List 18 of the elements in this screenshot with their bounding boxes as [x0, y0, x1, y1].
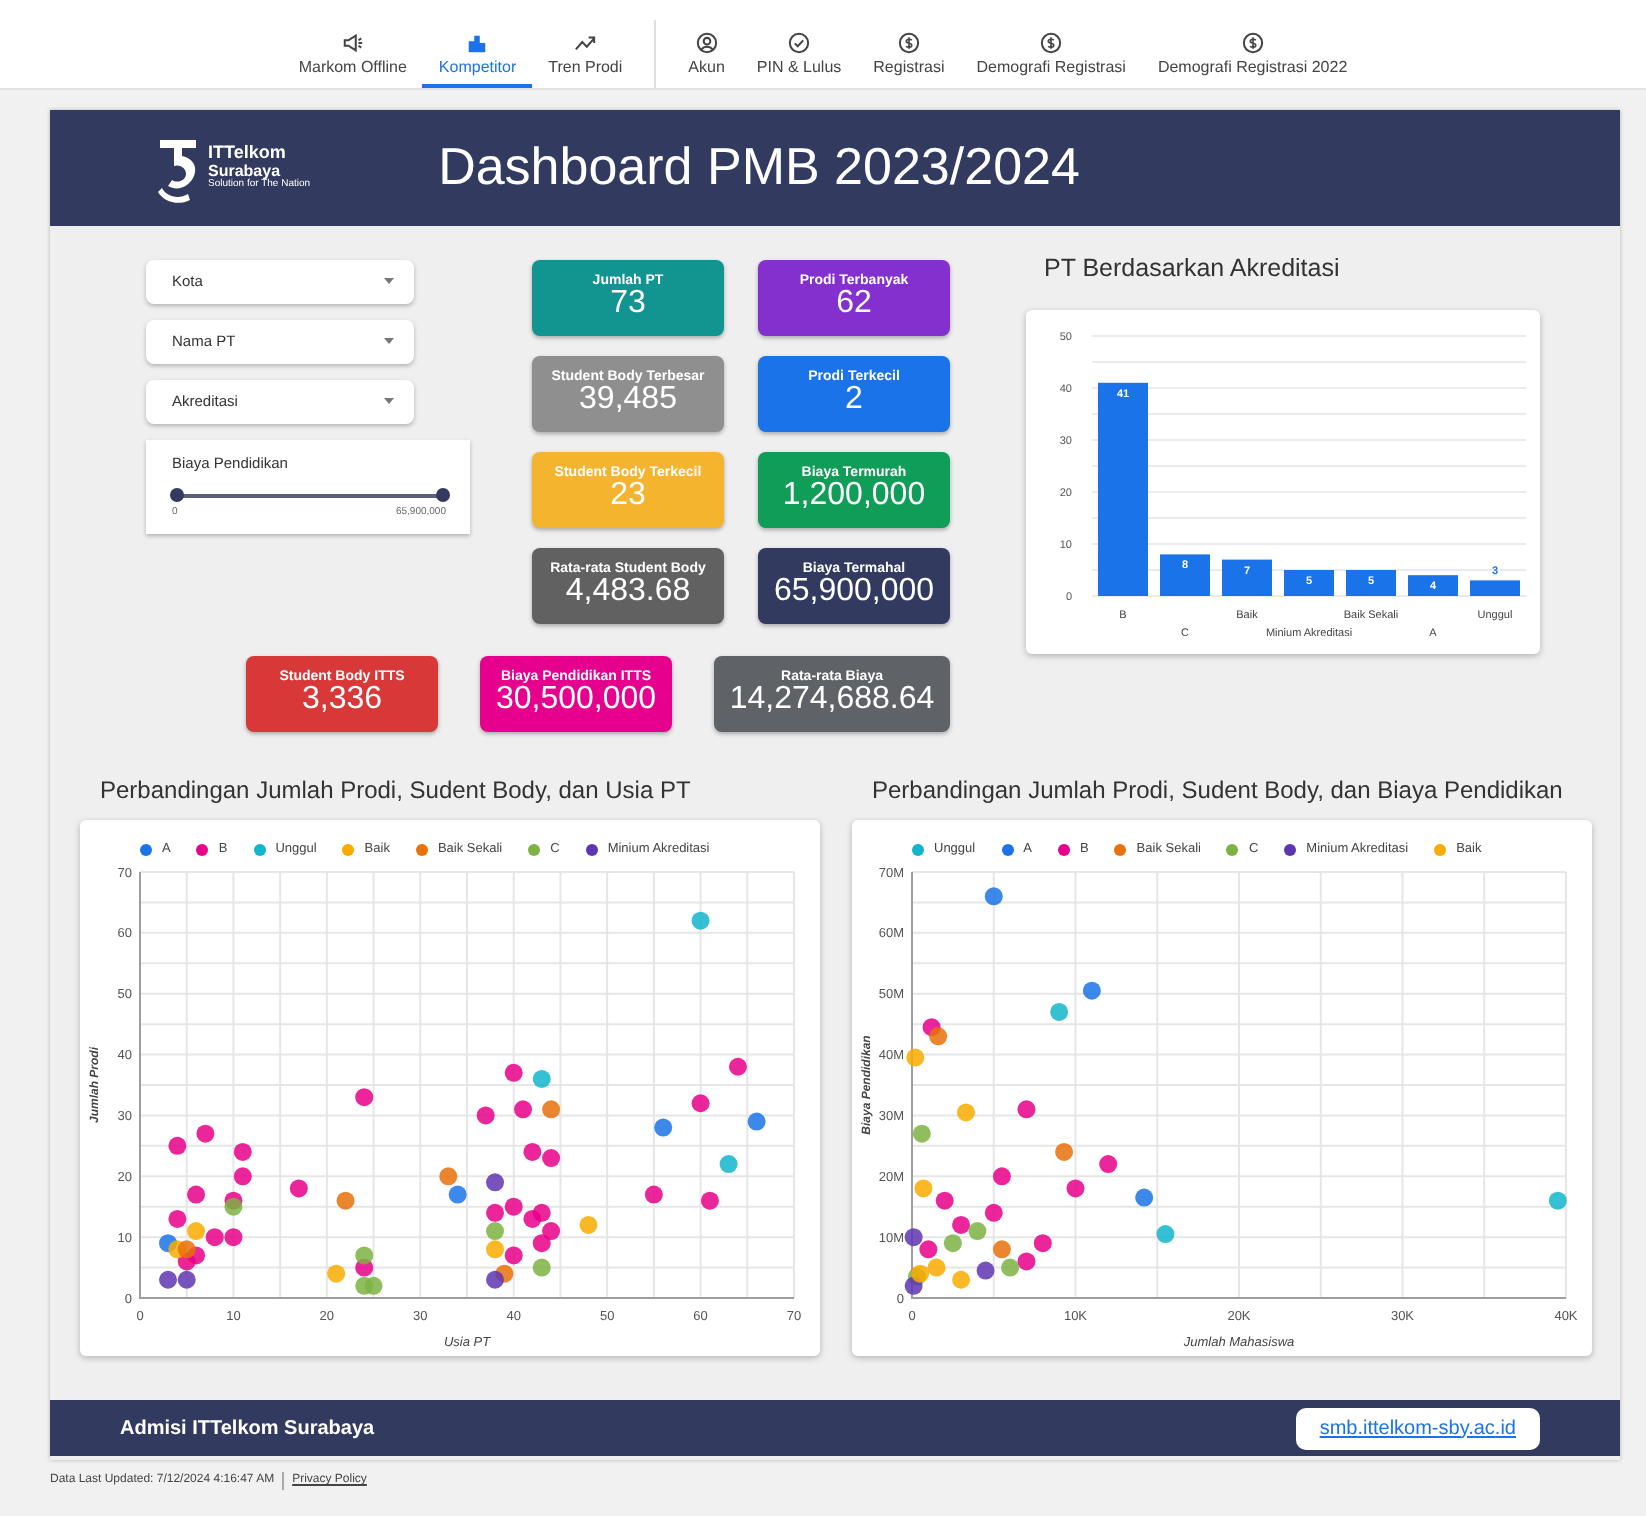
- scorecard-value: 4,483.68: [565, 576, 691, 611]
- chart-title: Perbandingan Jumlah Prodi, Sudent Body, dan Biaya Pendidikan: [870, 774, 1565, 808]
- scorecard-value: 62: [836, 288, 872, 323]
- scorecard-value: 14,274,688.64: [729, 684, 935, 719]
- dashboard-title: Dashboard PMB 2023/2024: [438, 136, 1080, 200]
- scorecard-value: 39,485: [579, 384, 677, 419]
- chart-title: PT Berdasarkan Akreditasi: [1044, 252, 1342, 286]
- scorecard-value: 30,500,000: [495, 684, 657, 719]
- scorecard-value: 23: [610, 480, 646, 515]
- logo-name: ITTelkom: [208, 144, 288, 164]
- scorecard-value: 3,336: [301, 684, 383, 719]
- chart-title: Perbandingan Jumlah Prodi, Sudent Body, dan Usia PT: [98, 774, 693, 808]
- logo-subtitle: Surabaya: [208, 163, 282, 180]
- scorecard-value: 2: [845, 384, 863, 419]
- footer-title: Admisi ITTelkom Surabaya: [120, 1415, 375, 1443]
- scorecard-value: 1,200,000: [782, 480, 926, 515]
- scorecard-value: 65,900,000: [773, 576, 935, 611]
- scorecard-value: 73: [610, 288, 646, 323]
